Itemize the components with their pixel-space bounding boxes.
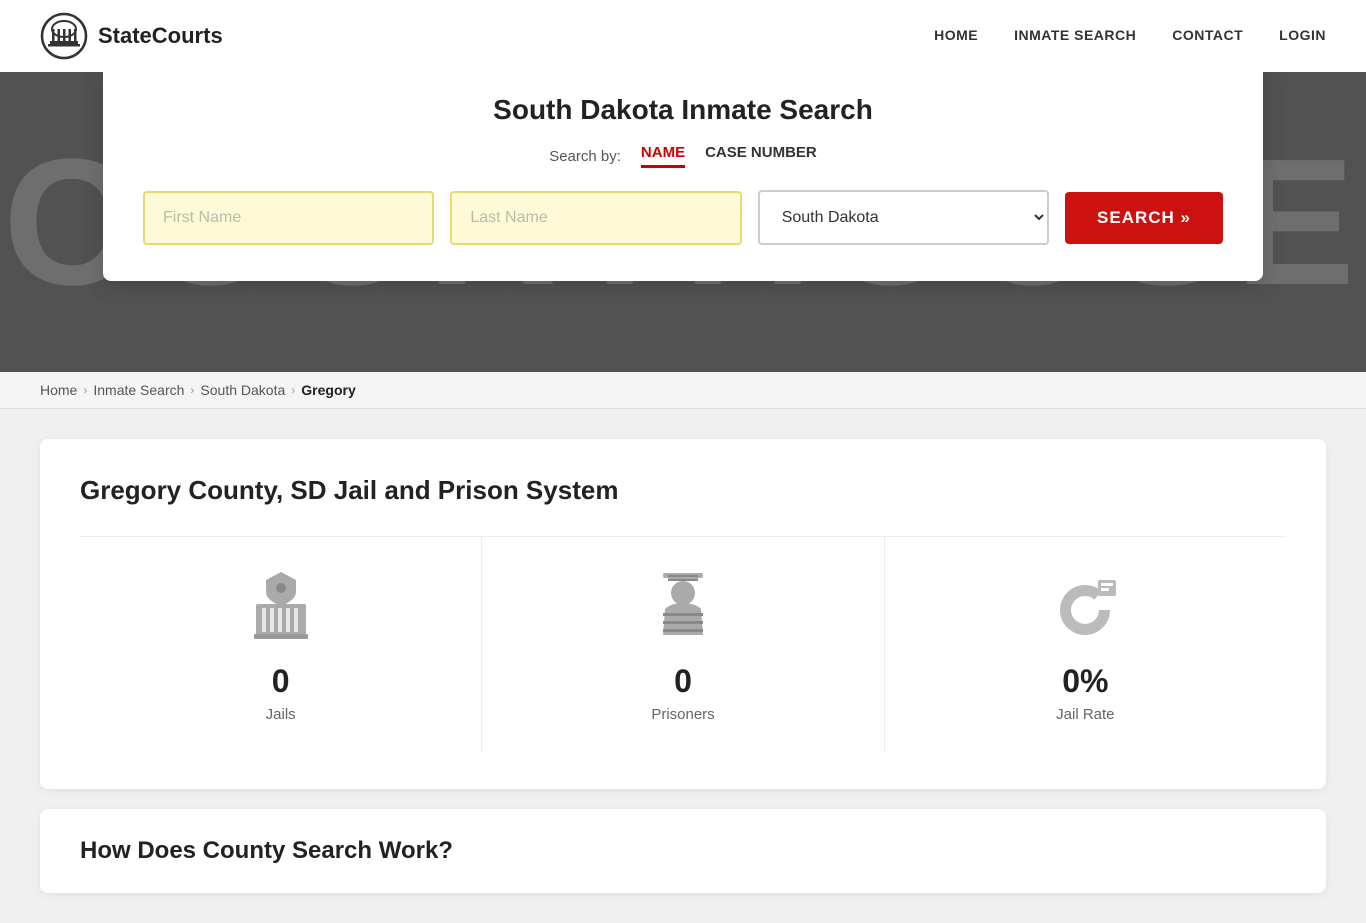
- prisoners-label: Prisoners: [651, 706, 714, 723]
- county-info-card: Gregory County, SD Jail and Prison Syste…: [40, 439, 1326, 789]
- last-name-input[interactable]: [450, 191, 741, 245]
- site-name: StateCourts: [98, 23, 223, 49]
- search-card-title: South Dakota Inmate Search: [143, 94, 1223, 126]
- jail-rate-value: 0%: [1062, 663, 1108, 700]
- chart-icon: [1048, 570, 1123, 645]
- search-inputs-row: AlabamaAlaskaArizona ArkansasCaliforniaC…: [143, 190, 1223, 245]
- nav-inmate-search[interactable]: INMATE SEARCH: [1014, 27, 1136, 43]
- jail-icon: [246, 570, 316, 645]
- nav-login[interactable]: LOGIN: [1279, 27, 1326, 43]
- search-card-wrapper: South Dakota Inmate Search Search by: NA…: [0, 72, 1366, 281]
- breadcrumb-home[interactable]: Home: [40, 382, 77, 398]
- search-card: South Dakota Inmate Search Search by: NA…: [103, 72, 1263, 281]
- stats-row: 0 Jails: [80, 536, 1286, 753]
- breadcrumb-sep-1: ›: [83, 383, 87, 397]
- prisoner-icon: [653, 567, 713, 647]
- how-section-title: How Does County Search Work?: [80, 837, 1286, 865]
- state-select[interactable]: AlabamaAlaskaArizona ArkansasCaliforniaC…: [758, 190, 1049, 245]
- stat-prisoners: 0 Prisoners: [482, 537, 884, 753]
- nav-contact[interactable]: CONTACT: [1172, 27, 1243, 43]
- breadcrumb-south-dakota[interactable]: South Dakota: [200, 382, 285, 398]
- nav-bar: StateCourts HOME INMATE SEARCH CONTACT L…: [0, 0, 1366, 72]
- breadcrumb-sep-2: ›: [190, 383, 194, 397]
- first-name-input[interactable]: [143, 191, 434, 245]
- logo-icon: [40, 12, 88, 60]
- chart-icon-area: [1048, 567, 1123, 647]
- search-by-row: Search by: NAME CASE NUMBER: [143, 144, 1223, 168]
- jails-value: 0: [272, 663, 290, 700]
- nav-links: HOME INMATE SEARCH CONTACT LOGIN: [934, 27, 1326, 45]
- jail-rate-label: Jail Rate: [1056, 706, 1114, 723]
- tab-name[interactable]: NAME: [641, 144, 685, 168]
- jail-icon-area: [246, 567, 316, 647]
- breadcrumb-inmate-search[interactable]: Inmate Search: [93, 382, 184, 398]
- tab-case-number[interactable]: CASE NUMBER: [705, 144, 817, 168]
- site-logo[interactable]: StateCourts: [40, 12, 223, 60]
- search-button[interactable]: SEARCH »: [1065, 192, 1223, 244]
- header-area: COURTHOUSE South Dakota Inmate Search Se…: [0, 72, 1366, 372]
- county-card-title: Gregory County, SD Jail and Prison Syste…: [80, 475, 1286, 506]
- breadcrumb: Home › Inmate Search › South Dakota › Gr…: [0, 372, 1366, 409]
- stat-jails: 0 Jails: [80, 537, 482, 753]
- breadcrumb-current: Gregory: [301, 382, 355, 398]
- search-by-label: Search by:: [549, 148, 621, 165]
- prisoner-icon-area: [653, 567, 713, 647]
- prisoners-value: 0: [674, 663, 692, 700]
- nav-home[interactable]: HOME: [934, 27, 978, 43]
- how-section-card: How Does County Search Work?: [40, 809, 1326, 893]
- jails-label: Jails: [266, 706, 296, 723]
- breadcrumb-sep-3: ›: [291, 383, 295, 397]
- stat-jail-rate: 0% Jail Rate: [885, 537, 1286, 753]
- main-content: Gregory County, SD Jail and Prison Syste…: [0, 409, 1366, 923]
